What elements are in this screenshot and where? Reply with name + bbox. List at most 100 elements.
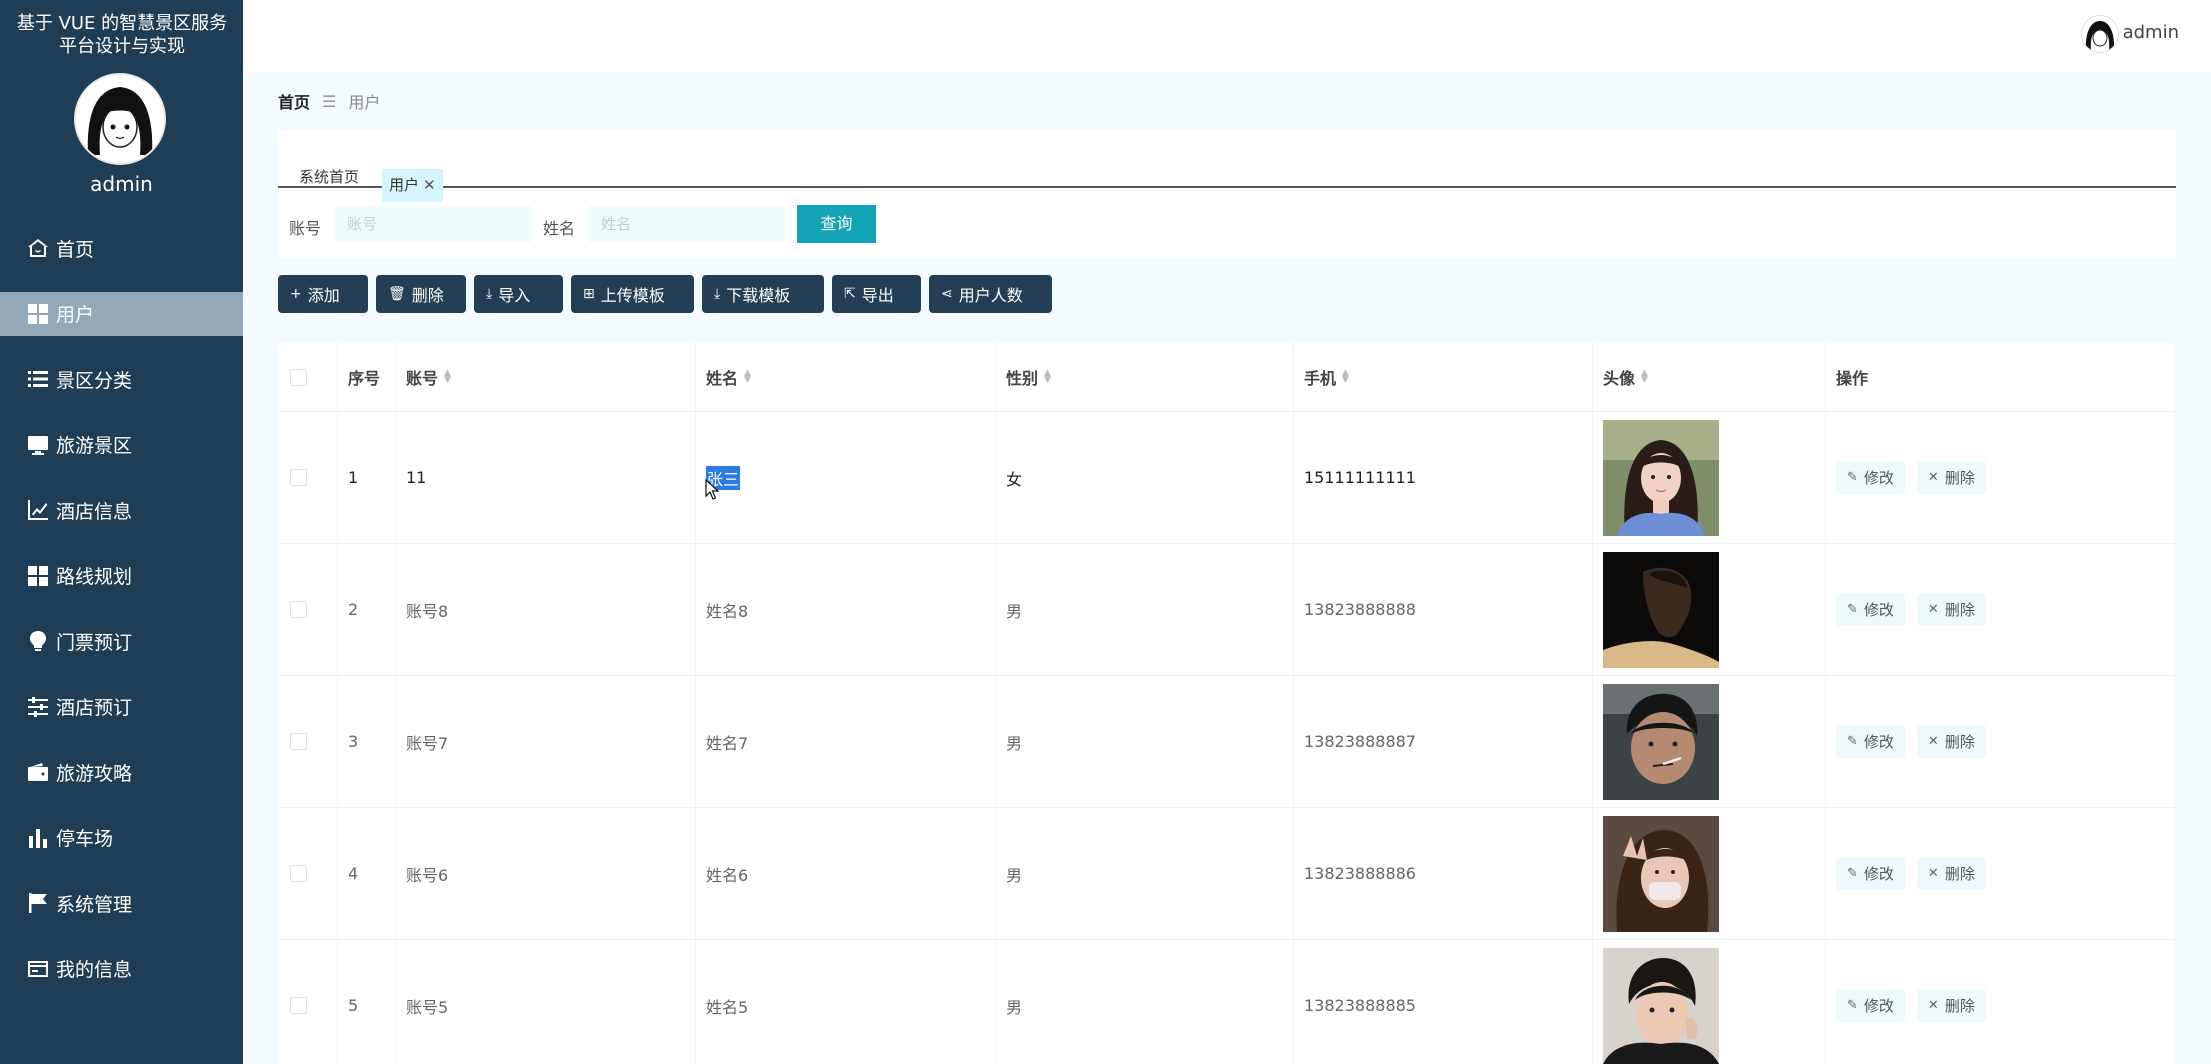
edit-button[interactable]: ✎ 修改 <box>1836 461 1905 494</box>
edit-button[interactable]: ✎ 修改 <box>1836 857 1905 890</box>
button-label: 删除 <box>1944 469 1975 487</box>
avatar-photo-male-1[interactable] <box>1603 551 1719 668</box>
tab-users[interactable]: 用户 ✕ <box>382 169 443 202</box>
table-row[interactable]: 1 11 张三 女 15111111111 ✎ 修改 ✕ 删除 <box>278 412 2174 544</box>
avatar-icon <box>76 75 164 163</box>
menu-item-users[interactable]: 用户 <box>0 291 243 336</box>
tab-system-home[interactable]: 系统首页 <box>292 160 366 194</box>
row-checkbox[interactable] <box>290 865 307 882</box>
menu-item-ticket-booking[interactable]: 门票预订 <box>0 619 243 663</box>
sort-icon[interactable]: ▲ ▼ <box>744 369 751 385</box>
tab-bar: 系统首页 用户 ✕ <box>278 149 2176 202</box>
sidebar-avatar[interactable] <box>74 73 166 165</box>
avatar-photo-male-2[interactable] <box>1603 683 1719 800</box>
cell-gender: 女 <box>996 412 1294 543</box>
cell-no: 1 <box>338 412 396 543</box>
row-checkbox[interactable] <box>290 601 307 618</box>
row-delete-button[interactable]: ✕ 删除 <box>1916 725 1986 758</box>
menu-label: 停车场 <box>56 828 114 850</box>
row-delete-button[interactable]: ✕ 删除 <box>1916 989 1986 1022</box>
button-label: 修改 <box>1863 997 1894 1015</box>
menu-item-scenic-spots[interactable]: 旅游景区 <box>0 423 243 467</box>
download-template-button[interactable]: ⤓ 下载模板 <box>702 275 824 313</box>
breadcrumb-home[interactable]: 首页 <box>278 89 310 113</box>
row-checkbox[interactable] <box>290 469 307 486</box>
menu-item-hotel-booking[interactable]: 酒店预订 <box>0 685 243 729</box>
button-label: 删除 <box>1944 997 1975 1015</box>
column-header-name[interactable]: 姓名 ▲ ▼ <box>696 343 996 411</box>
column-header-account[interactable]: 账号 ▲ ▼ <box>396 343 696 411</box>
menu-label: 旅游攻略 <box>56 762 133 785</box>
menu-item-scenic-category[interactable]: 景区分类 <box>0 357 243 401</box>
name-input[interactable] <box>589 206 785 242</box>
cell-phone: 15111111111 <box>1294 412 1593 543</box>
edit-button[interactable]: ✎ 修改 <box>1836 725 1905 758</box>
cell-name: 姓名7 <box>696 676 996 807</box>
column-header-avatar[interactable]: 头像 ▲ ▼ <box>1593 343 1826 411</box>
avatar-photo-female-1[interactable] <box>1603 419 1719 536</box>
cell-actions: ✎ 修改 ✕ 删除 <box>1826 544 2174 675</box>
table-row[interactable]: 3 账号7 姓名7 男 13823888887 ✎ 修改 ✕ 删除 <box>278 676 2174 808</box>
button-label: 导出 <box>861 286 894 305</box>
row-delete-button[interactable]: ✕ 删除 <box>1916 461 1986 494</box>
menu-label: 路线规划 <box>56 566 133 588</box>
cell-actions: ✎ 修改 ✕ 删除 <box>1826 940 2174 1064</box>
table-header: 序号 账号 ▲ ▼ 姓名 ▲ ▼ 性别 ▲ ▼ 手机 ▲ ▼ 头像 ▲ ▼ 操作 <box>278 343 2174 412</box>
column-header-gender[interactable]: 性别 ▲ ▼ <box>996 343 1294 411</box>
sidebar: 基于 VUE 的智慧景区服务平台设计与实现 admin 首页 用户 景区分类 旅… <box>0 0 243 1064</box>
menu-item-my-info[interactable]: 我的信息 <box>0 947 243 991</box>
menu-item-travel-guide[interactable]: 旅游攻略 <box>0 750 243 794</box>
avatar-icon <box>2082 16 2118 52</box>
row-checkbox[interactable] <box>290 733 307 750</box>
upload-template-button[interactable]: ⊞ 上传模板 <box>571 275 694 313</box>
import-button[interactable]: ⤓ 导入 <box>474 275 563 313</box>
avatar-photo-female-2[interactable] <box>1603 815 1719 932</box>
avatar-photo-male-3[interactable] <box>1603 947 1719 1064</box>
column-header-actions: 操作 <box>1826 343 2174 411</box>
row-delete-button[interactable]: ✕ 删除 <box>1916 857 1986 890</box>
menu-label: 首页 <box>56 238 95 261</box>
column-header-phone[interactable]: 手机 ▲ ▼ <box>1294 343 1593 411</box>
menu-item-home[interactable]: 首页 <box>0 226 243 270</box>
grid-icon <box>28 565 48 586</box>
column-title: 手机 <box>1304 369 1337 388</box>
menu-label: 旅游景区 <box>56 435 133 457</box>
sort-icon[interactable]: ▲ ▼ <box>1342 369 1349 385</box>
export-button[interactable]: ⇱ 导出 <box>832 275 921 313</box>
user-count-button[interactable]: ⋖ 用户人数 <box>929 275 1052 313</box>
menu-item-system-management[interactable]: 系统管理 <box>0 881 243 925</box>
button-label: 下载模板 <box>726 286 791 305</box>
button-label: 添加 <box>307 286 340 305</box>
breadcrumb: 首页 ☰ 用户 <box>278 89 380 113</box>
export-icon: ⇱ <box>844 286 856 302</box>
table-row[interactable]: 5 账号5 姓名5 男 13823888885 ✎ 修改 ✕ 删除 <box>278 940 2174 1064</box>
menu-item-hotel-info[interactable]: 酒店信息 <box>0 488 243 532</box>
card-icon <box>28 960 48 977</box>
row-checkbox[interactable] <box>290 997 307 1014</box>
chart-line-icon <box>28 500 48 520</box>
cell-phone: 13823888887 <box>1294 676 1593 807</box>
sort-icon[interactable]: ▲ ▼ <box>1641 369 1648 385</box>
edit-button[interactable]: ✎ 修改 <box>1836 593 1905 626</box>
query-button[interactable]: 查询 <box>797 205 876 243</box>
table-row[interactable]: 4 账号6 姓名6 男 13823888886 ✎ 修改 ✕ 删除 <box>278 808 2174 940</box>
select-all-checkbox[interactable] <box>290 368 307 386</box>
button-label: 修改 <box>1863 469 1894 487</box>
delete-button[interactable]: 🗑 删除 <box>376 275 466 313</box>
sort-icon[interactable]: ▲ ▼ <box>444 369 451 385</box>
menu-item-route-planning[interactable]: 路线规划 <box>0 554 243 598</box>
sort-icon[interactable]: ▲ ▼ <box>1044 369 1051 385</box>
edit-icon: ✎ <box>1847 998 1858 1013</box>
add-button[interactable]: + 添加 <box>278 275 368 313</box>
top-avatar[interactable] <box>2081 15 2119 53</box>
account-input[interactable] <box>335 206 531 242</box>
cell-avatar <box>1593 676 1826 807</box>
app-title: 基于 VUE 的智慧景区服务平台设计与实现 <box>16 13 228 57</box>
edit-button[interactable]: ✎ 修改 <box>1836 989 1905 1022</box>
top-username[interactable]: admin <box>2123 22 2179 43</box>
menu-item-parking[interactable]: 停车场 <box>0 816 243 860</box>
table-row[interactable]: 2 账号8 姓名8 男 13823888888 ✎ 修改 ✕ 删除 <box>278 544 2174 676</box>
cell-avatar <box>1593 808 1826 939</box>
close-icon[interactable]: ✕ <box>423 176 436 194</box>
row-delete-button[interactable]: ✕ 删除 <box>1916 593 1986 626</box>
